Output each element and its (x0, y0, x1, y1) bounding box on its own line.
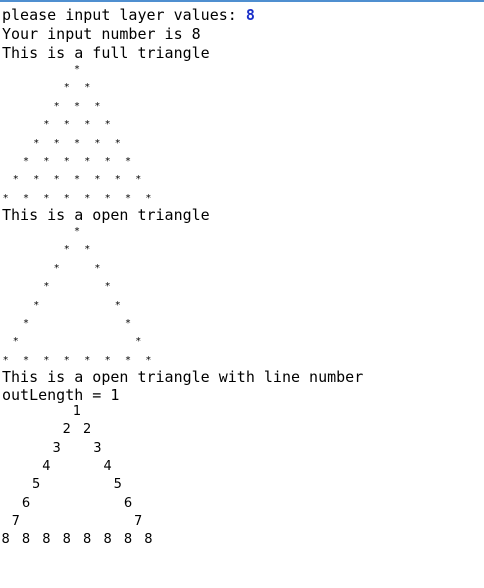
open-triangle-star: * (64, 354, 70, 366)
full-triangle-star: * (33, 137, 39, 149)
row-number: 4 (103, 458, 112, 474)
full-triangle-star: * (74, 64, 80, 75)
full-triangle-star: * (64, 119, 70, 131)
open-triangle-star: * (3, 354, 9, 366)
open-triangle-star: * (84, 244, 90, 256)
open-triangle-star: * (125, 318, 131, 329)
row-number: 1 (72, 404, 82, 419)
open-triangle-star: * (64, 244, 70, 256)
full-triangle-star: * (13, 174, 19, 186)
full-triangle-star: * (64, 82, 70, 94)
input-prompt-label: please input layer values: (2, 6, 246, 24)
open-triangle-star: * (43, 281, 49, 293)
row-number: 2 (62, 422, 71, 438)
row-number: 8 (42, 532, 51, 548)
full-triangle-star: * (23, 156, 29, 167)
full-triangle-heading: This is a full triangle (2, 44, 210, 62)
row-number: 3 (93, 440, 102, 456)
full-triangle-star: * (94, 137, 100, 149)
row-number: 8 (103, 532, 112, 548)
full-triangle-star: * (74, 174, 80, 186)
full-triangle-star: * (94, 174, 100, 186)
open-triangle-star: * (33, 299, 39, 311)
open-triangle-heading: This is a open triangle (2, 206, 210, 224)
full-triangle-star: * (125, 156, 131, 167)
open-triangle-star: * (23, 354, 29, 366)
open-triangle-star: * (23, 318, 29, 329)
full-triangle-star: * (74, 137, 80, 149)
full-triangle-star: * (115, 137, 121, 149)
full-triangle-star: * (84, 119, 90, 131)
full-triangle-star: * (145, 192, 151, 204)
full-triangle-star: * (43, 192, 49, 204)
row-number: 4 (42, 458, 51, 474)
row-number: 8 (83, 532, 92, 548)
row-number: 6 (123, 495, 133, 511)
full-triangle-star: * (54, 137, 60, 149)
row-number: 2 (83, 422, 92, 438)
input-prompt-line: please input layer values: 8 (2, 6, 255, 24)
numbered-triangle-heading: This is a open triangle with line number (2, 368, 364, 386)
echo-line: Your input number is 8 (2, 25, 201, 43)
open-triangle-star: * (105, 354, 111, 366)
full-triangle-star: * (125, 192, 131, 204)
open-triangle-star: * (13, 336, 19, 348)
open-triangle-star: * (145, 354, 151, 366)
full-triangle-star: * (54, 100, 60, 112)
row-number: 8 (21, 532, 31, 548)
out-length-line: outLength = 1 (2, 386, 120, 404)
row-number: 6 (21, 495, 31, 511)
open-triangle-star: * (94, 262, 100, 274)
full-triangle-star: * (115, 174, 121, 186)
open-triangle-star: * (125, 354, 131, 366)
full-triangle-star: * (105, 156, 111, 167)
open-triangle-star: * (43, 354, 49, 366)
full-triangle-star: * (94, 100, 100, 112)
full-triangle-star: * (64, 192, 70, 204)
row-number: 8 (1, 532, 10, 548)
row-number: 5 (113, 477, 122, 493)
full-triangle-star: * (23, 192, 29, 204)
full-triangle-star: * (84, 82, 90, 94)
full-triangle-star: * (84, 192, 90, 204)
full-triangle-star: * (135, 174, 141, 186)
full-triangle-star: * (105, 192, 111, 204)
row-number: 5 (32, 477, 41, 493)
full-triangle-star: * (43, 119, 49, 131)
full-triangle-star: * (54, 174, 60, 186)
open-triangle-star: * (135, 336, 141, 348)
full-triangle-star: * (3, 192, 9, 204)
full-triangle-star: * (105, 119, 111, 131)
console-output: please input layer values: 8 Your input … (0, 0, 484, 588)
row-number: 8 (144, 532, 153, 548)
open-triangle-star: * (54, 262, 60, 274)
full-triangle-star: * (74, 100, 80, 112)
open-triangle-star: * (105, 281, 111, 293)
full-triangle-star: * (64, 156, 70, 167)
row-number: 8 (62, 532, 71, 548)
open-triangle-star: * (84, 354, 90, 366)
row-number: 7 (11, 513, 20, 529)
row-number: 7 (134, 513, 143, 529)
user-input-value: 8 (245, 6, 255, 24)
full-triangle-star: * (33, 174, 39, 186)
row-number: 3 (52, 440, 61, 456)
row-number: 8 (123, 532, 133, 548)
full-triangle-star: * (43, 156, 49, 167)
open-triangle-star: * (115, 299, 121, 311)
open-triangle-star: * (74, 226, 80, 237)
full-triangle-star: * (84, 156, 90, 167)
